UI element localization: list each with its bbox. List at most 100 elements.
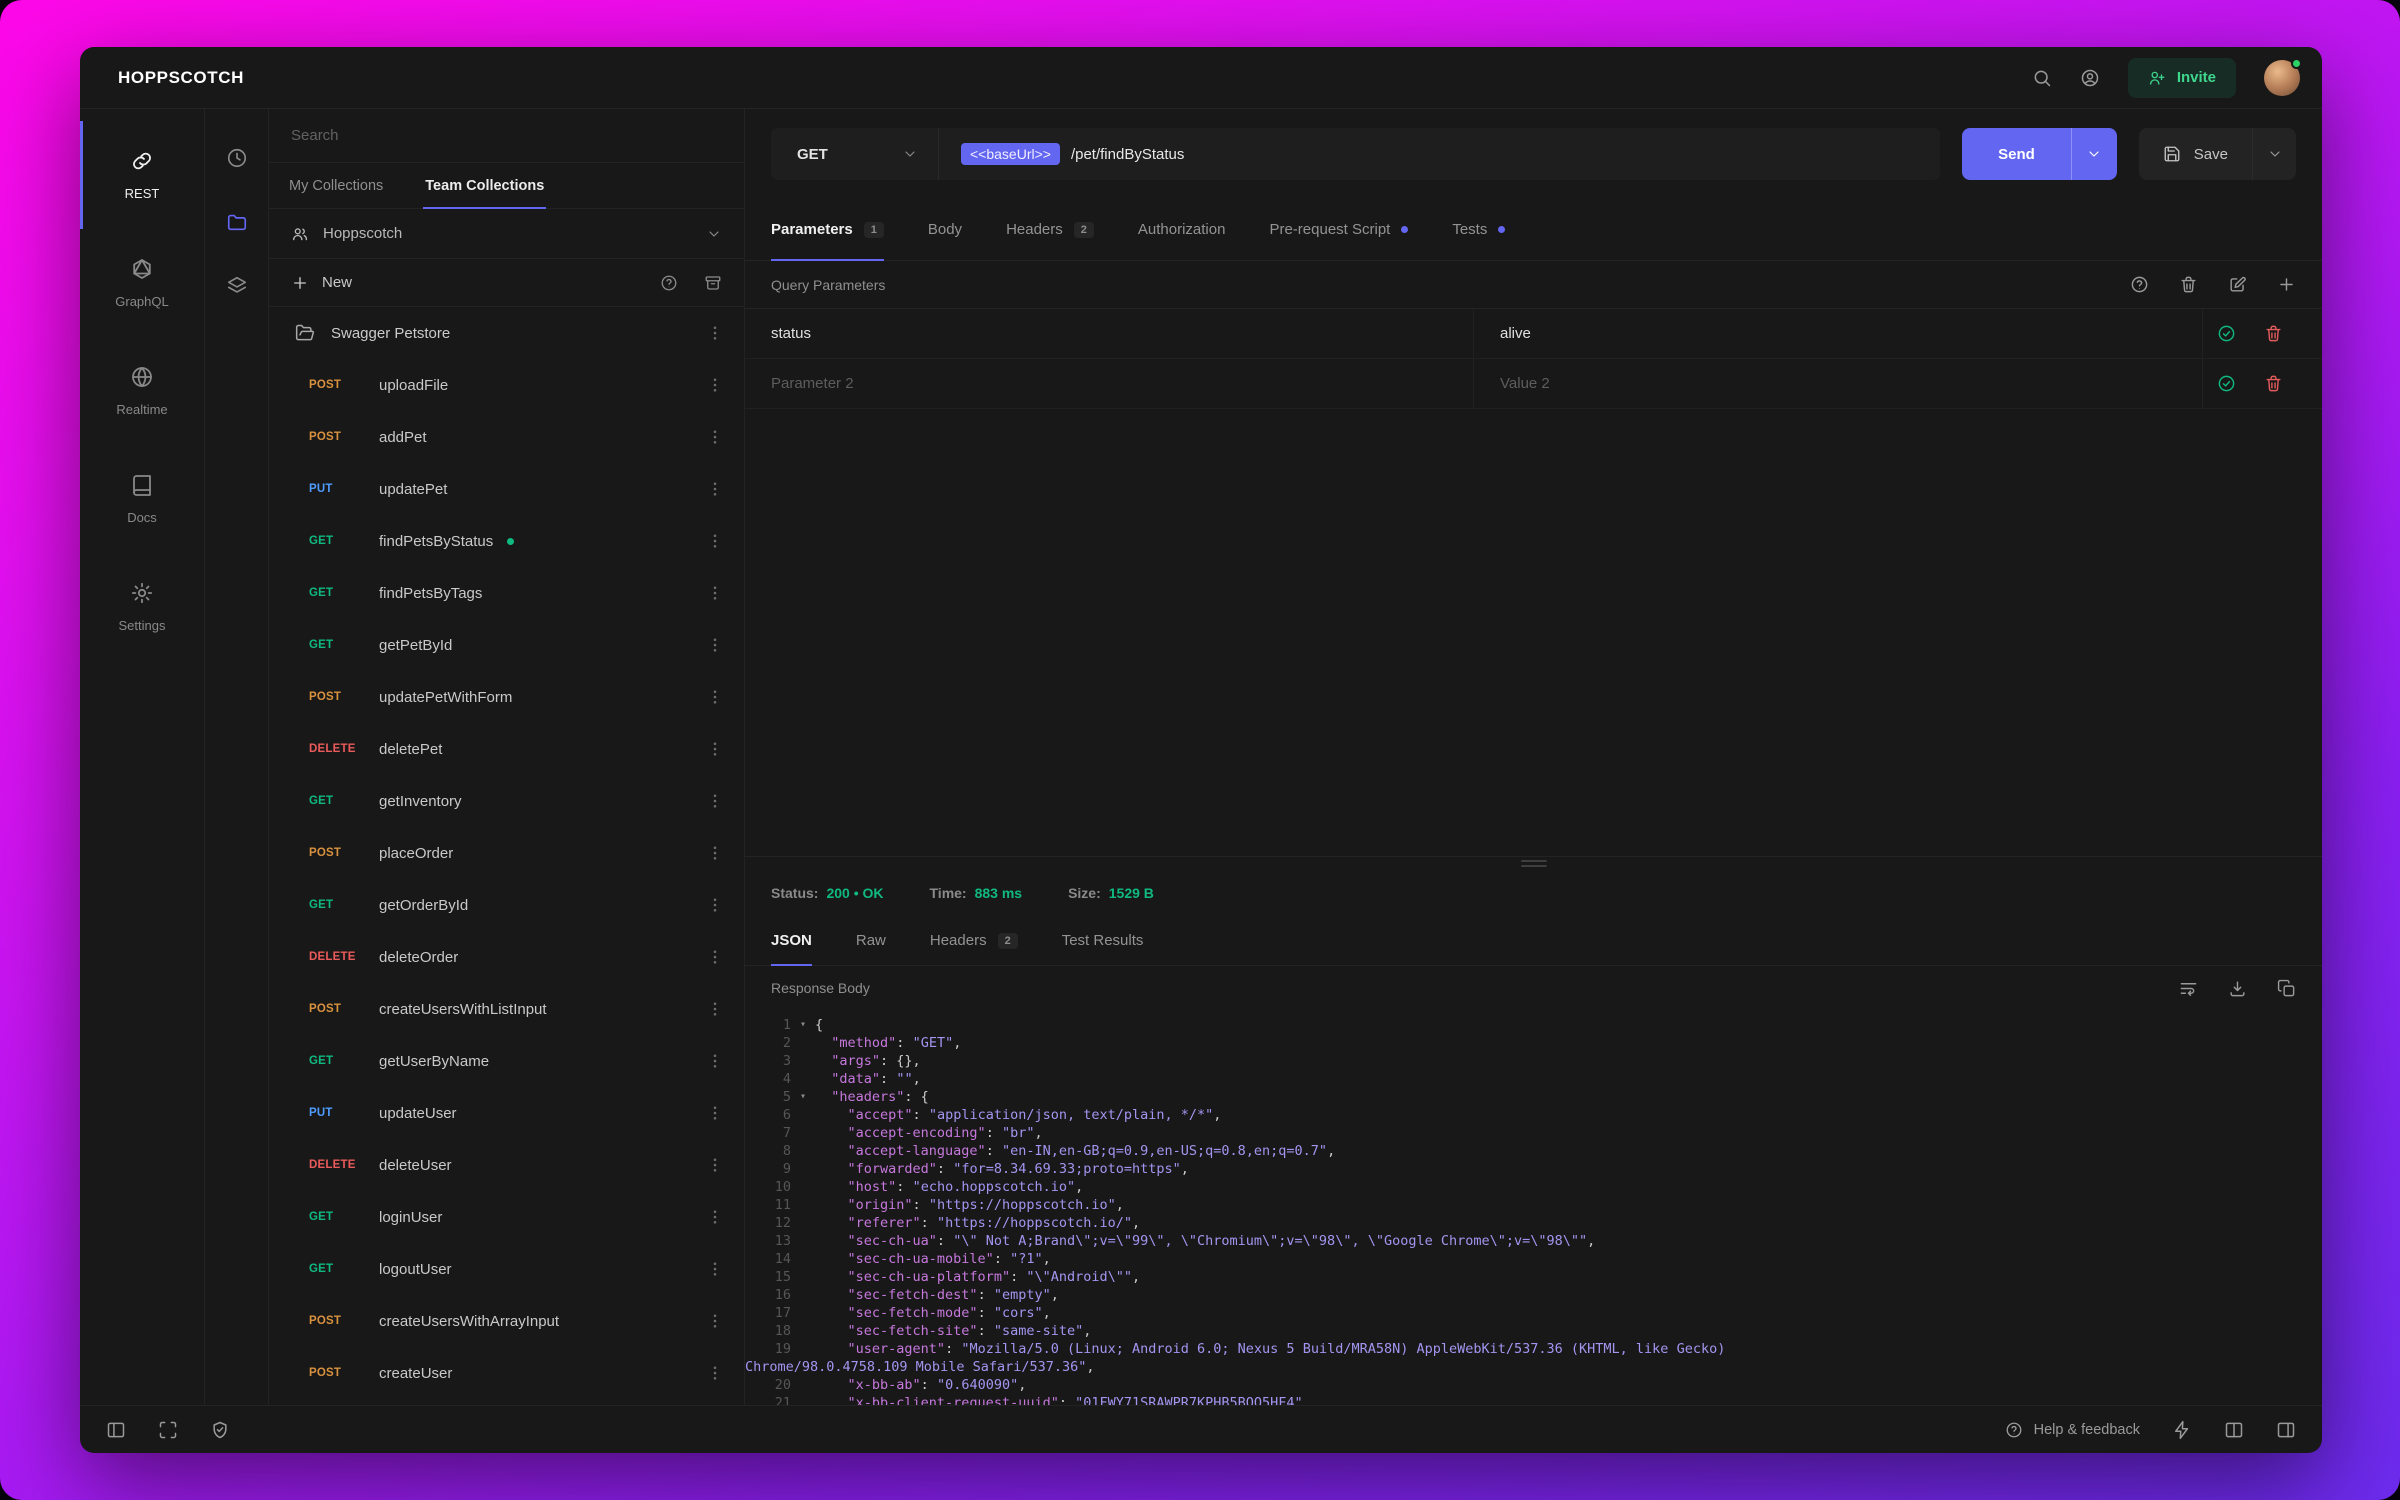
param-delete-icon[interactable] xyxy=(2264,374,2283,393)
response-tab-test-results[interactable]: Test Results xyxy=(1062,916,1144,965)
request-item[interactable]: GET getInventory xyxy=(269,775,744,827)
pane-resizer[interactable] xyxy=(745,856,2322,870)
shortcuts-icon[interactable] xyxy=(2172,1420,2192,1440)
expand-icon[interactable] xyxy=(158,1420,178,1440)
more-options-icon[interactable] xyxy=(706,1000,724,1018)
more-options-icon[interactable] xyxy=(706,844,724,862)
send-button[interactable]: Send xyxy=(1962,128,2071,180)
request-item[interactable]: POST addPet xyxy=(269,411,744,463)
fold-arrow-icon[interactable]: ▾ xyxy=(791,1088,815,1106)
request-item[interactable]: DELETE deletePet xyxy=(269,723,744,775)
request-tab-headers[interactable]: Headers 2 xyxy=(1006,199,1094,260)
request-item[interactable]: PUT updatePet xyxy=(269,463,744,515)
sidebar-item-graphql[interactable]: GraphQL xyxy=(80,229,204,337)
request-item[interactable]: GET loginUser xyxy=(269,1191,744,1243)
split-view-icon[interactable] xyxy=(2224,1420,2244,1440)
request-item[interactable]: GET getUserByName xyxy=(269,1035,744,1087)
collections-tab-my-collections[interactable]: My Collections xyxy=(287,163,385,208)
import-export-icon[interactable] xyxy=(704,274,722,292)
more-options-icon[interactable] xyxy=(706,636,724,654)
param-value-input[interactable]: Value 2 xyxy=(1473,359,2202,408)
request-item[interactable]: POST placeOrder xyxy=(269,827,744,879)
download-icon[interactable] xyxy=(2228,979,2247,998)
more-options-icon[interactable] xyxy=(706,480,724,498)
request-item[interactable]: GET findPetsByStatus xyxy=(269,515,744,567)
more-options-icon[interactable] xyxy=(706,532,724,550)
request-item[interactable]: GET getPetById xyxy=(269,619,744,671)
more-options-icon[interactable] xyxy=(706,688,724,706)
collection-folder[interactable]: Swagger Petstore xyxy=(269,307,744,359)
toggle-sidebar-icon[interactable] xyxy=(106,1420,126,1440)
param-key-input[interactable]: Parameter 2 xyxy=(745,359,1473,408)
param-value-input[interactable]: alive xyxy=(1473,309,2202,358)
invite-button[interactable]: Invite xyxy=(2127,57,2236,98)
avatar[interactable] xyxy=(2264,57,2302,96)
more-options-icon[interactable] xyxy=(706,1364,724,1382)
request-item[interactable]: POST uploadFile xyxy=(269,359,744,411)
sidebar-item-docs[interactable]: Docs xyxy=(80,445,204,553)
environments-icon[interactable] xyxy=(226,275,248,297)
more-options-icon[interactable] xyxy=(706,1312,724,1330)
request-item[interactable]: POST updatePetWithForm xyxy=(269,671,744,723)
more-options-icon[interactable] xyxy=(706,1260,724,1278)
help-feedback-button[interactable]: Help & feedback xyxy=(2005,1421,2140,1439)
request-item[interactable]: DELETE deleteOrder xyxy=(269,931,744,983)
request-tab-authorization[interactable]: Authorization xyxy=(1138,199,1226,260)
more-options-icon[interactable] xyxy=(706,792,724,810)
request-item[interactable]: POST createUsersWithListInput xyxy=(269,983,744,1035)
search-input[interactable] xyxy=(291,127,722,144)
param-active-toggle[interactable] xyxy=(2217,324,2236,343)
request-item[interactable]: DELETE deleteUser xyxy=(269,1139,744,1191)
response-tab-raw[interactable]: Raw xyxy=(856,916,886,965)
url-input[interactable]: <<baseUrl>> /pet/findByStatus xyxy=(939,128,1940,180)
collections-icon[interactable] xyxy=(226,211,248,233)
save-options-button[interactable] xyxy=(2252,128,2296,180)
more-options-icon[interactable] xyxy=(706,740,724,758)
history-icon[interactable] xyxy=(226,147,248,169)
param-delete-icon[interactable] xyxy=(2264,324,2283,343)
request-item[interactable]: GET getOrderById xyxy=(269,879,744,931)
request-tab-parameters[interactable]: Parameters 1 xyxy=(771,199,884,261)
toggle-right-panel-icon[interactable] xyxy=(2276,1420,2296,1440)
help-icon[interactable] xyxy=(2130,275,2149,294)
clear-all-icon[interactable] xyxy=(2179,275,2198,294)
help-icon[interactable] xyxy=(660,274,678,292)
team-selector[interactable]: Hoppscotch xyxy=(269,209,744,259)
more-options-icon[interactable] xyxy=(706,1104,724,1122)
response-tab-headers[interactable]: Headers 2 xyxy=(930,916,1018,965)
more-options-icon[interactable] xyxy=(706,1156,724,1174)
new-collection-button[interactable]: New xyxy=(291,274,352,292)
param-key-input[interactable]: status xyxy=(745,309,1473,358)
copy-icon[interactable] xyxy=(2277,979,2296,998)
more-options-icon[interactable] xyxy=(706,1052,724,1070)
bulk-edit-icon[interactable] xyxy=(2228,275,2247,294)
request-item[interactable]: PUT updateUser xyxy=(269,1087,744,1139)
method-select[interactable]: GET xyxy=(771,128,939,180)
sidebar-item-rest[interactable]: REST xyxy=(80,121,204,229)
collections-tab-team-collections[interactable]: Team Collections xyxy=(423,163,547,209)
send-options-button[interactable] xyxy=(2070,128,2117,180)
more-options-icon[interactable] xyxy=(706,428,724,446)
more-options-icon[interactable] xyxy=(706,948,724,966)
add-param-icon[interactable] xyxy=(2277,275,2296,294)
request-tab-tests[interactable]: Tests xyxy=(1452,199,1506,260)
more-options-icon[interactable] xyxy=(706,1208,724,1226)
save-button[interactable]: Save xyxy=(2139,128,2252,180)
sidebar-item-realtime[interactable]: Realtime xyxy=(80,337,204,445)
more-options-icon[interactable] xyxy=(706,896,724,914)
request-tab-pre-request-script[interactable]: Pre-request Script xyxy=(1269,199,1409,260)
request-tab-body[interactable]: Body xyxy=(928,199,962,260)
param-active-toggle[interactable] xyxy=(2217,374,2236,393)
sidebar-item-settings[interactable]: Settings xyxy=(80,553,204,661)
request-item[interactable]: POST createUser xyxy=(269,1347,744,1399)
request-item[interactable]: GET findPetsByTags xyxy=(269,567,744,619)
wrap-lines-icon[interactable] xyxy=(2179,979,2198,998)
search-icon[interactable] xyxy=(2032,68,2052,88)
response-tab-json[interactable]: JSON xyxy=(771,916,812,966)
interceptor-icon[interactable] xyxy=(210,1420,230,1440)
fold-arrow-icon[interactable]: ▾ xyxy=(791,1016,815,1034)
more-options-icon[interactable] xyxy=(706,324,724,342)
more-options-icon[interactable] xyxy=(706,376,724,394)
request-item[interactable]: POST createUsersWithArrayInput xyxy=(269,1295,744,1347)
request-item[interactable]: GET logoutUser xyxy=(269,1243,744,1295)
